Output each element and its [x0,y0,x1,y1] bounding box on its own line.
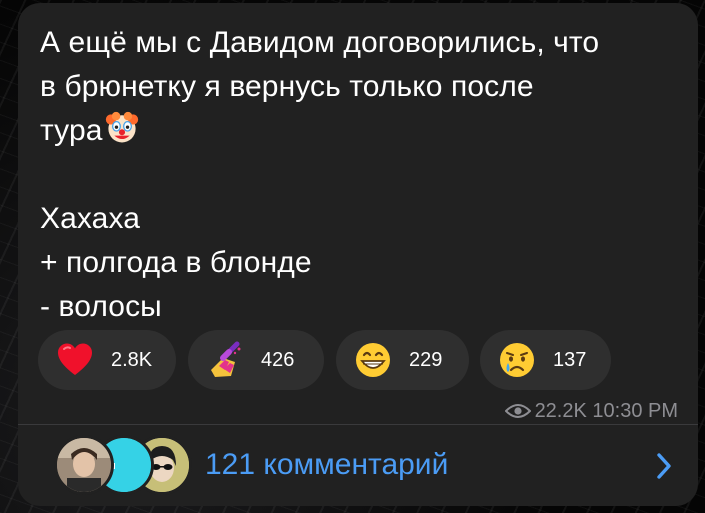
reaction-count: 426 [261,349,295,371]
eye-icon [504,404,531,418]
chevron-right-icon [657,453,671,479]
reaction-grinning[interactable]: 229 [336,330,469,390]
person-photo-icon [57,438,111,492]
message-bubble[interactable]: А ещё мы с Давидом договорились, что в б… [18,3,698,506]
message-line: А ещё мы с Давидом договорились, что [40,26,600,59]
reaction-count: 229 [409,349,443,371]
message-line: Хахаха [40,202,140,235]
message-line: + полгода в блонде [40,246,312,279]
red-heart-emoji-icon [58,343,92,375]
reaction-crying[interactable]: 137 [480,330,611,390]
message-meta: 22.2K 10:30 PM [504,399,678,423]
reaction-heart[interactable]: 2.8K [38,330,176,390]
crying-face-emoji-icon [500,343,534,377]
comments-count-label: 121 комментарий [205,448,449,481]
message-text: А ещё мы с Давидом договорились, что в б… [40,21,690,329]
message-line-with-emoji: тура [40,109,690,153]
view-count: 22.2K [534,400,587,422]
clown-face-emoji-icon [105,111,138,143]
message-time: 10:30 PM [592,400,678,422]
message-line: тура [40,114,103,147]
comments-button[interactable]: 121 комментарий [18,425,698,506]
reaction-count: 2.8K [111,349,153,371]
nail-polish-emoji-icon [211,341,241,377]
message-line: - волосы [40,290,162,323]
avatar [54,435,114,495]
message-line: в брюнетку я вернусь только после [40,70,534,103]
reaction-count: 137 [553,349,587,371]
reaction-nail-polish[interactable]: 426 [188,330,324,390]
grinning-face-emoji-icon [356,343,390,377]
commenter-avatars [54,435,194,497]
